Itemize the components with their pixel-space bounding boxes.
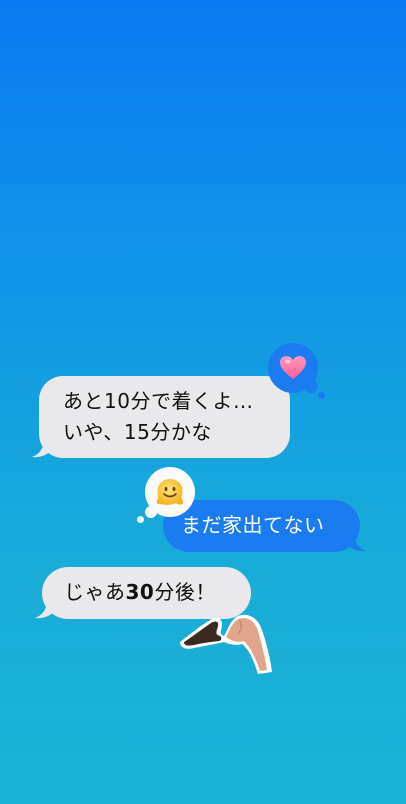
melting-face-icon — [156, 479, 184, 505]
message-line: あと10分で着くよ… — [63, 389, 254, 413]
bubble-tail — [344, 532, 366, 552]
reaction-tail-dot — [305, 380, 318, 393]
message-text-bold: 30 — [125, 580, 155, 604]
bubble-tail — [35, 599, 57, 619]
message-text: まだ家出てない — [181, 513, 325, 537]
heart-hands-sticker[interactable] — [178, 606, 274, 676]
reaction-tail-dot — [137, 516, 144, 523]
message-bubble-received[interactable]: あと10分で着くよ… いや、15分かな — [39, 376, 290, 458]
heart-icon — [280, 356, 306, 379]
bubble-tail — [32, 438, 54, 458]
reaction-tail-dot — [318, 392, 325, 399]
message-bubble-sent[interactable]: まだ家出てない — [163, 500, 360, 552]
message-text-suffix: 分後！ — [154, 580, 216, 604]
messages-thread: あと10分で着くよ… いや、15分かな まだ家出てない じゃあ30分後！ — [0, 0, 406, 804]
reaction-tail-dot — [145, 506, 157, 518]
message-text-prefix: じゃあ — [64, 580, 126, 604]
message-line: いや、15分かな — [63, 420, 212, 444]
